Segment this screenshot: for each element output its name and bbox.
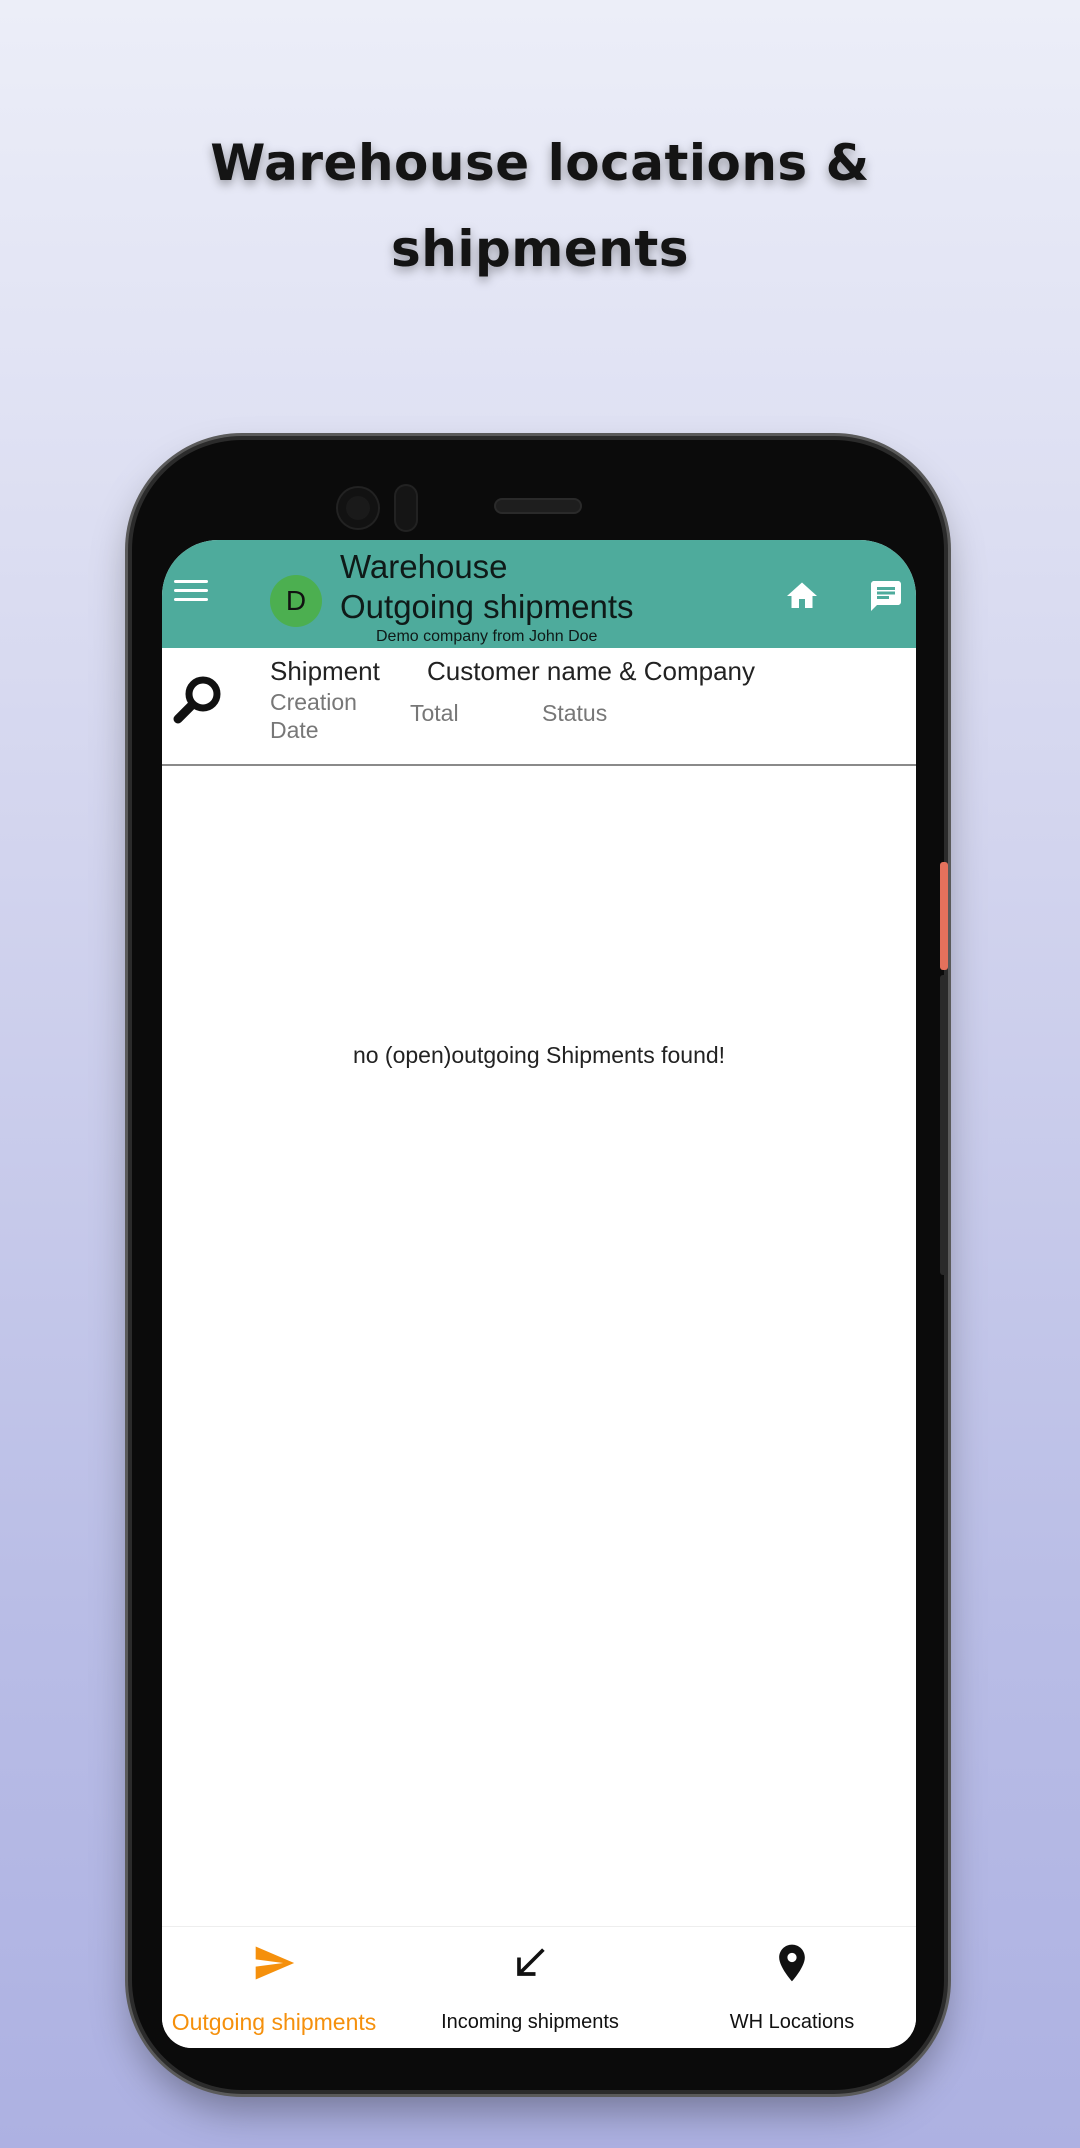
nav-label-incoming: Incoming shipments [441, 2011, 619, 2033]
company-subtitle: Demo company from John Doe [376, 628, 598, 645]
proximity-sensor [396, 486, 416, 530]
search-icon[interactable] [170, 672, 226, 728]
column-customer: Customer name & Company [427, 656, 756, 686]
headline-line-2: shipments [390, 220, 690, 278]
bottom-navigation: Outgoing shipments Incoming shipments WH… [162, 1926, 916, 2048]
nav-label-wh-locations: WH Locations [729, 2011, 855, 2033]
location-pin-icon [779, 1944, 805, 1982]
column-total: Total [410, 700, 459, 726]
home-icon[interactable] [782, 578, 822, 614]
volume-button [940, 975, 948, 1275]
arrow-down-left-icon [517, 1948, 545, 1976]
company-avatar[interactable]: D [270, 575, 322, 627]
nav-incoming-shipments[interactable]: Incoming shipments [430, 1927, 630, 2048]
nav-outgoing-shipments[interactable]: Outgoing shipments [162, 1927, 386, 2048]
chat-icon[interactable] [866, 578, 906, 614]
column-creation-date: Creation Date [270, 689, 357, 743]
app-screen: D Warehouse Outgoing shipments Demo comp… [162, 540, 916, 2048]
nav-label-outgoing: Outgoing shipments [171, 2009, 377, 2035]
column-shipment: Shipment [270, 656, 380, 686]
app-bar: D Warehouse Outgoing shipments Demo comp… [162, 540, 916, 648]
earpiece-speaker [496, 500, 580, 512]
menu-icon[interactable] [174, 580, 208, 606]
page-title-app: Warehouse [340, 548, 508, 585]
page-title: Outgoing shipments [340, 588, 634, 625]
power-button [940, 862, 948, 970]
empty-state-message: no (open)outgoing Shipments found! [352, 1042, 726, 1068]
column-status: Status [542, 700, 608, 726]
send-icon [255, 1946, 295, 1980]
front-camera [338, 488, 378, 528]
list-header: Shipment Customer name & Company Creatio… [162, 648, 916, 766]
promo-headline: Warehouse locations & shipments [0, 120, 1080, 292]
nav-wh-locations[interactable]: WH Locations [692, 1927, 892, 2048]
headline-line-1: Warehouse locations & [210, 134, 870, 192]
